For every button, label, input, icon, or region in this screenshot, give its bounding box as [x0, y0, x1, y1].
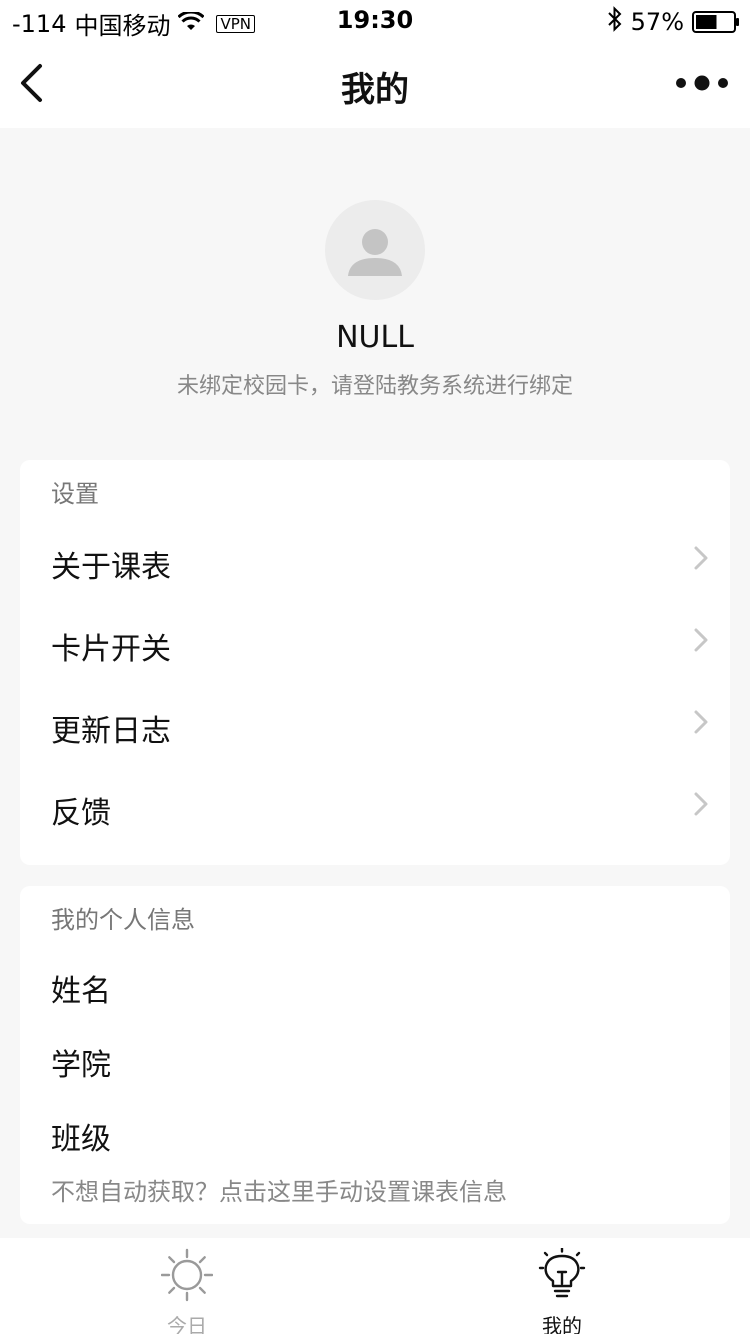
chevron-right-icon	[694, 628, 708, 652]
avatar	[325, 200, 425, 300]
more-button[interactable]	[674, 70, 730, 96]
info-field-label: 班级	[51, 1122, 111, 1157]
battery-icon	[692, 11, 739, 33]
nav-bar: 我的	[0, 40, 750, 128]
settings-card: 设置 关于课表 卡片开关 更新日志 反馈	[20, 460, 730, 865]
lightbulb-icon	[538, 1248, 586, 1298]
personal-info-card: 我的个人信息 姓名 学院 班级 不想自动获取？点击这里手动设置课表信息	[20, 886, 730, 1224]
tab-label: 今日	[167, 1314, 207, 1334]
settings-title: 设置	[51, 480, 99, 508]
settings-item-label: 关于课表	[51, 550, 171, 585]
status-bar: -114 中国移动 VPN 19:30 57%	[0, 0, 750, 40]
battery-percent: 57%	[630, 8, 684, 36]
info-field-name: 姓名	[51, 954, 711, 1014]
tab-label: 我的	[542, 1314, 582, 1334]
settings-item-feedback[interactable]: 反馈	[51, 776, 711, 836]
manual-setup-link[interactable]: 不想自动获取？点击这里手动设置课表信息	[51, 1172, 507, 1207]
page-title: 我的	[341, 70, 409, 110]
settings-item-changelog[interactable]: 更新日志	[51, 694, 711, 754]
status-bar-right: 57%	[607, 6, 739, 38]
chevron-right-icon	[694, 546, 708, 570]
more-dots-icon	[676, 75, 728, 91]
bind-hint: 未绑定校园卡，请登陆教务系统进行绑定	[176, 374, 573, 399]
info-field-label: 学院	[51, 1048, 111, 1083]
settings-item-label: 反馈	[51, 796, 111, 831]
settings-item-label: 更新日志	[51, 714, 171, 749]
settings-item-about[interactable]: 关于课表	[51, 530, 711, 590]
info-field-class: 班级	[51, 1102, 711, 1162]
personal-info-title: 我的个人信息	[51, 906, 195, 934]
info-field-label: 姓名	[51, 974, 111, 1009]
screen: -114 中国移动 VPN 19:30 57% 我的 NULL 未绑定校园卡，请…	[0, 0, 750, 1334]
user-name: NULL	[336, 320, 414, 355]
sun-icon	[161, 1248, 213, 1302]
settings-item-card-toggle[interactable]: 卡片开关	[51, 612, 711, 672]
bluetooth-icon	[607, 6, 623, 38]
chevron-right-icon	[694, 710, 708, 734]
settings-item-label: 卡片开关	[51, 632, 171, 667]
tab-today[interactable]: 今日	[117, 1238, 257, 1334]
user-avatar-icon	[348, 229, 402, 276]
info-field-college: 学院	[51, 1028, 711, 1088]
chevron-right-icon	[694, 792, 708, 816]
tab-mine[interactable]: 我的	[492, 1238, 632, 1334]
tab-bar: 今日 我的	[0, 1238, 750, 1334]
